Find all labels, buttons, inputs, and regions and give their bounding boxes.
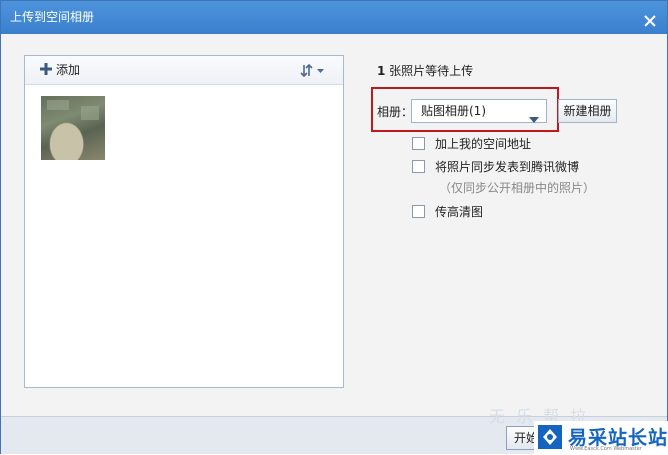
watermark-subtext: Www.Easck.Com Webmaster xyxy=(570,446,642,452)
chevron-down-icon xyxy=(529,108,539,123)
checkbox[interactable] xyxy=(412,205,425,218)
checkbox[interactable] xyxy=(412,137,425,150)
close-icon[interactable] xyxy=(642,9,658,27)
thumbnail-detail xyxy=(81,106,99,120)
photo-thumbnail[interactable] xyxy=(41,96,105,160)
album-select[interactable]: 贴图相册(1) xyxy=(411,99,547,123)
album-selected-value: 贴图相册(1) xyxy=(421,104,486,118)
photo-list-toolbar: 添加 xyxy=(25,56,343,85)
option-note: （仅同步公开相册中的照片） xyxy=(439,181,596,195)
photo-list-panel: 添加 xyxy=(24,55,344,388)
thumbnail-detail xyxy=(47,100,69,110)
sort-button[interactable] xyxy=(300,63,326,78)
add-photo-label: 添加 xyxy=(56,63,81,77)
album-label: 相册： xyxy=(377,105,414,119)
plus-icon xyxy=(40,57,52,75)
title-bar: 上传到空间相册 xyxy=(1,1,667,34)
new-album-button[interactable]: 新建相册 xyxy=(558,99,617,123)
checkbox[interactable] xyxy=(412,160,425,173)
pending-count-text: 张照片等待上传 xyxy=(385,64,474,78)
site-watermark: 易采站长站 Www.Easck.Com Webmaster xyxy=(534,421,668,455)
option-label: 加上我的空间地址 xyxy=(435,137,532,151)
dialog-title: 上传到空间相册 xyxy=(10,10,95,24)
sort-icon xyxy=(300,63,324,78)
add-photo-button[interactable]: 添加 xyxy=(40,56,80,84)
upload-dialog: 上传到空间相册 添加 1 张照片等待上传 相册： 贴图相册(1) 新建相册 加上… xyxy=(0,0,668,455)
site-logo-icon xyxy=(538,425,562,449)
pending-count: 1 张照片等待上传 xyxy=(377,62,473,79)
option-label: 将照片同步发表到腾讯微博 xyxy=(435,160,580,174)
option-label: 传高清图 xyxy=(435,205,484,219)
